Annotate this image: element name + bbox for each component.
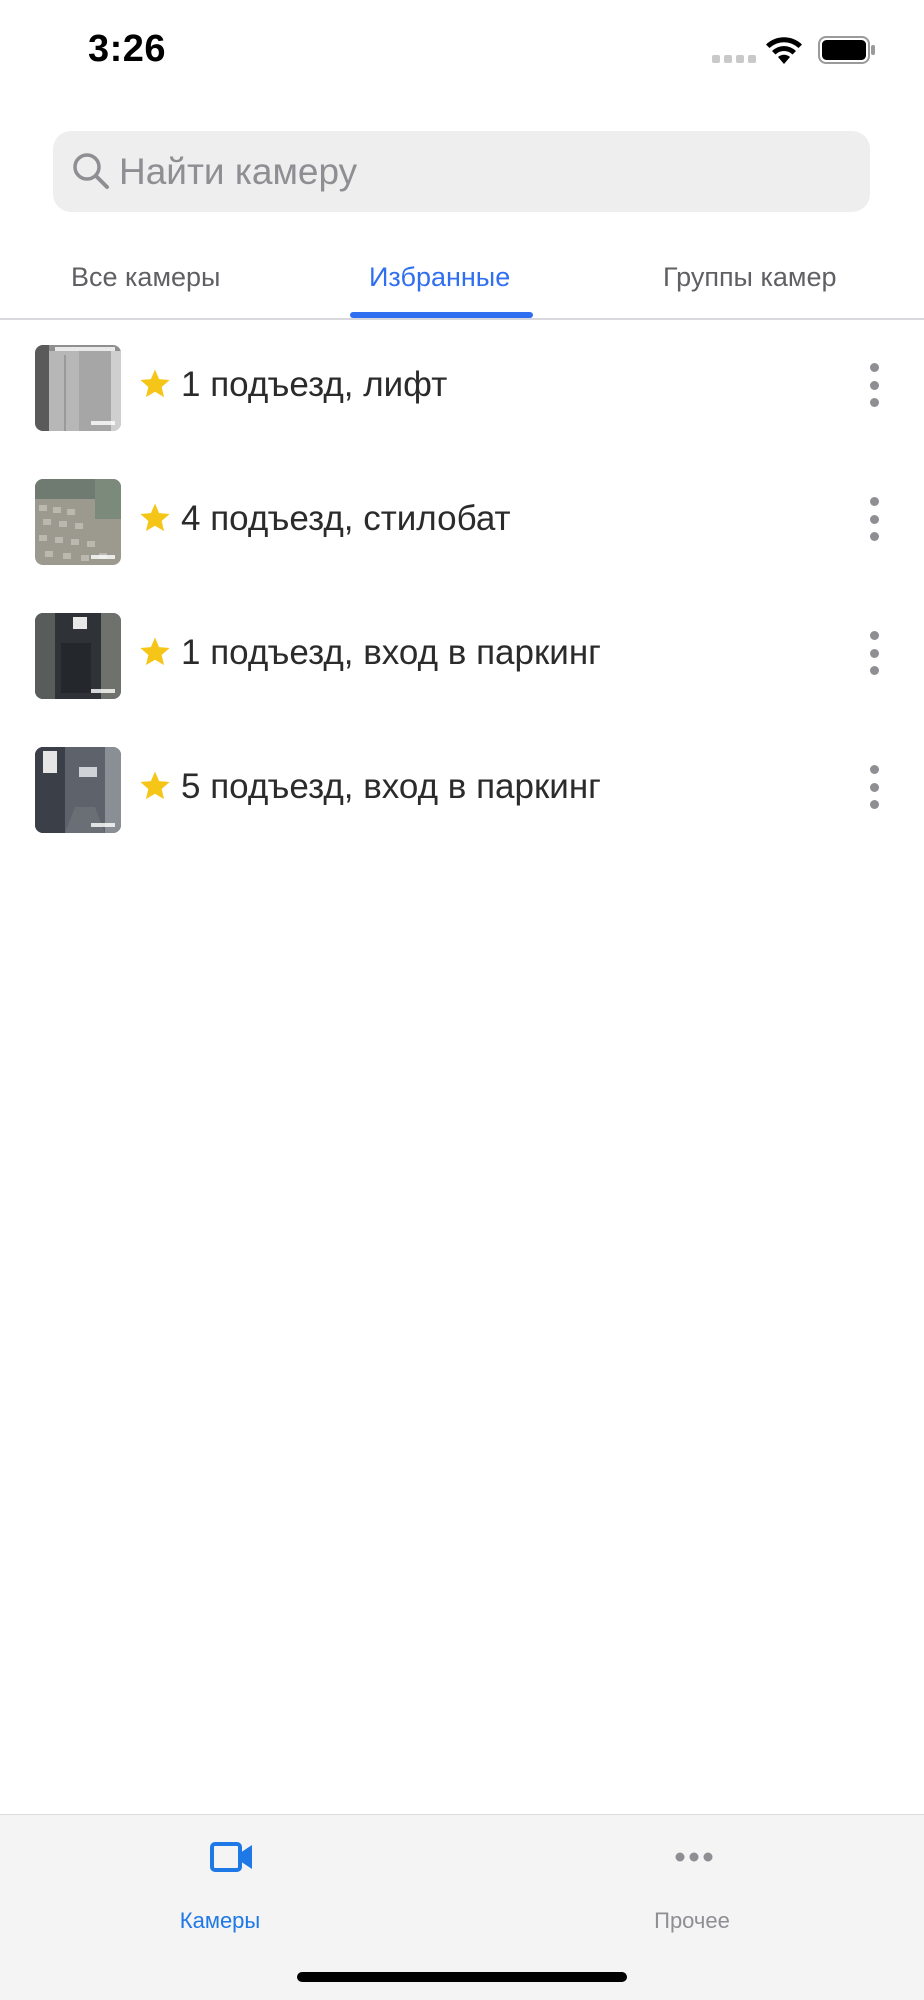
search-input[interactable] — [119, 131, 849, 212]
tabs-divider — [0, 318, 924, 320]
star-icon[interactable] — [138, 635, 172, 669]
camera-list-item[interactable]: 4 подъезд, стилобат — [0, 479, 924, 565]
tab-camera-groups[interactable]: Группы камер — [663, 262, 836, 293]
camera-thumbnail[interactable] — [35, 747, 121, 833]
camera-name: 5 подъезд, вход в паркинг — [181, 767, 601, 806]
nav-label-cameras: Камеры — [179, 1908, 261, 1933]
star-icon[interactable] — [138, 769, 172, 803]
search-bar[interactable] — [53, 131, 870, 212]
nav-label-other: Прочее — [654, 1908, 730, 1933]
star-icon[interactable] — [138, 501, 172, 535]
camera-list-item[interactable]: 5 подъезд, вход в паркинг — [0, 747, 924, 833]
more-vertical-icon[interactable] — [860, 631, 888, 675]
more-horizontal-icon — [675, 1852, 713, 1862]
star-icon[interactable] — [138, 367, 172, 401]
camera-list-item[interactable]: 1 подъезд, вход в паркинг — [0, 613, 924, 699]
battery-icon — [818, 36, 875, 64]
status-time: 3:26 — [88, 28, 167, 70]
home-indicator — [297, 1972, 627, 1982]
status-bar: 3:26 — [0, 0, 924, 100]
camera-list-item[interactable]: 1 подъезд, лифт — [0, 345, 924, 431]
nav-tab-cameras[interactable]: Камеры — [110, 1815, 350, 1945]
cellular-signal-icon — [712, 55, 756, 63]
more-vertical-icon[interactable] — [860, 363, 888, 407]
tab-all-cameras[interactable]: Все камеры — [71, 262, 220, 293]
more-vertical-icon[interactable] — [860, 765, 888, 809]
camera-name: 1 подъезд, вход в паркинг — [181, 633, 601, 672]
camera-name: 4 подъезд, стилобат — [181, 499, 511, 538]
nav-tab-other[interactable]: Прочее — [572, 1815, 812, 1945]
search-icon — [73, 153, 109, 189]
camera-name: 1 подъезд, лифт — [181, 365, 448, 404]
more-vertical-icon[interactable] — [860, 497, 888, 541]
video-camera-icon — [210, 1842, 252, 1872]
camera-thumbnail[interactable] — [35, 479, 121, 565]
wifi-icon — [766, 37, 802, 64]
camera-thumbnail[interactable] — [35, 613, 121, 699]
camera-tabs: Все камеры Избранные Группы камер — [0, 250, 924, 320]
tab-favorites[interactable]: Избранные — [369, 262, 510, 293]
camera-thumbnail[interactable] — [35, 345, 121, 431]
